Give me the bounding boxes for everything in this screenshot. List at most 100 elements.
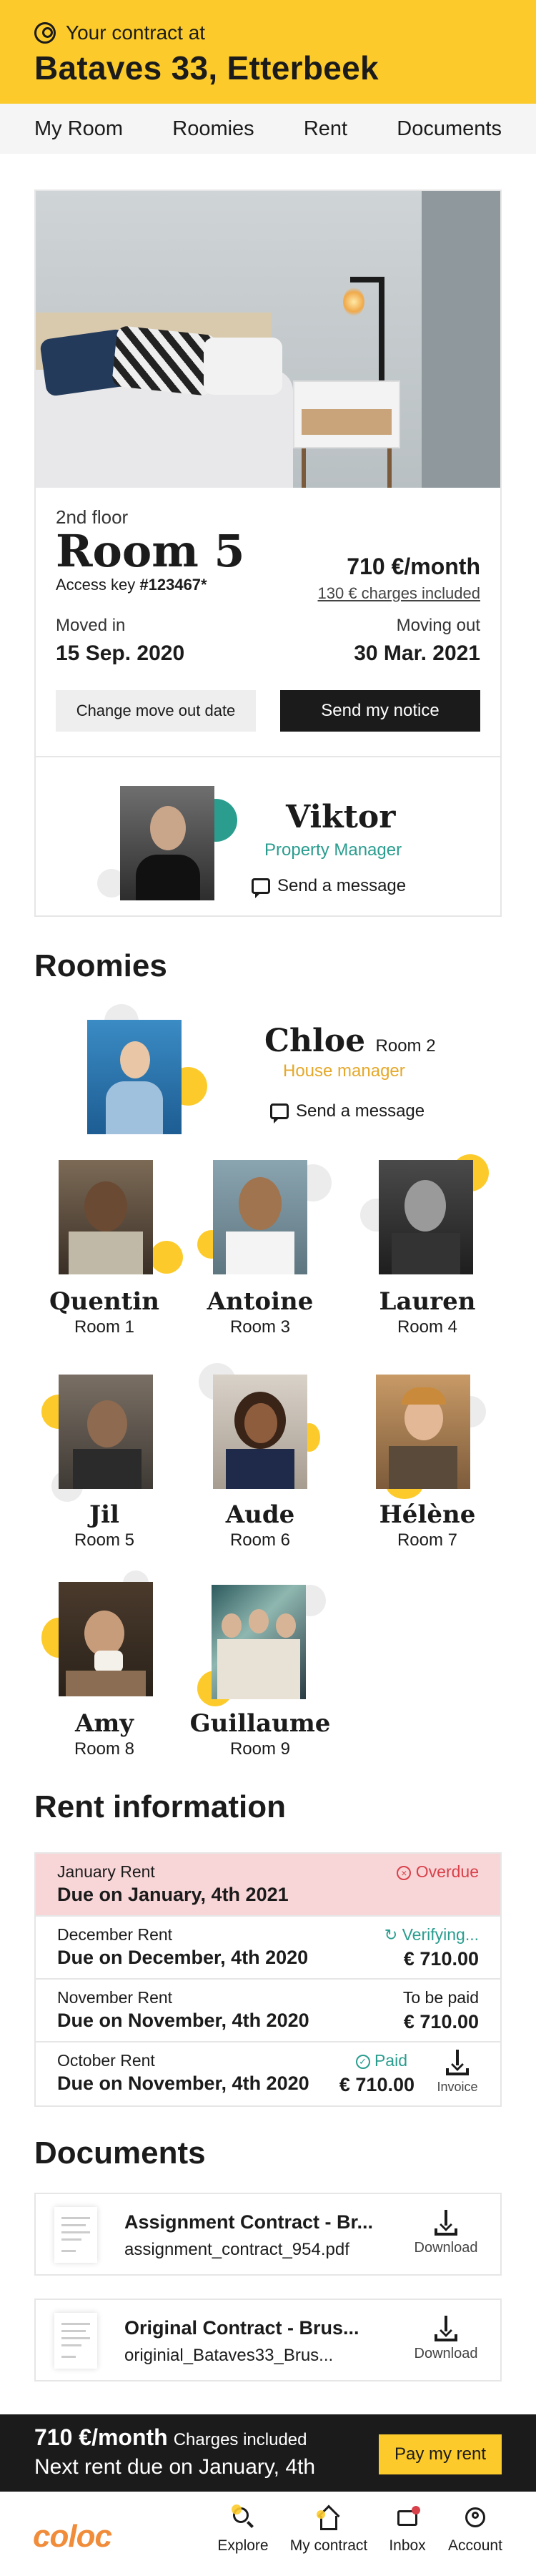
check-circle-icon: ✓	[355, 2054, 370, 2069]
document-filename: originial_Bataves33_Brus...	[124, 2346, 334, 2365]
chat-bubble-icon	[252, 878, 270, 898]
overdue-x-icon: ×	[397, 1865, 412, 1880]
house-manager-role: House manager	[283, 1061, 405, 1081]
roomie-room: Room 1	[74, 1317, 135, 1337]
manager-role: Property Manager	[264, 840, 402, 860]
pay-amount: 710 €/month	[34, 2424, 168, 2450]
download-button[interactable]: Download	[410, 2210, 482, 2256]
rent-title: Rent information	[34, 1789, 286, 1824]
document-title: Assignment Contract - Br...	[124, 2211, 374, 2233]
document-item[interactable]: Original Contract - Brus... originial_Ba…	[34, 2299, 502, 2381]
contract-header: Your contract at Bataves 33, Etterbeek	[0, 0, 536, 104]
nav-inbox-label: Inbox	[389, 2537, 426, 2554]
tab-rent[interactable]: Rent	[304, 117, 347, 141]
rent-due: Due on November, 4th 2020	[57, 2073, 309, 2094]
rent-row[interactable]: October Rent Due on November, 4th 2020 ✓…	[36, 2042, 500, 2105]
avatar	[87, 1020, 182, 1134]
rent-status: To be paid	[402, 1988, 479, 2007]
rent-amount: € 710.00	[339, 2074, 415, 2095]
roomie-room: Room 7	[397, 1530, 458, 1550]
roomie-photo	[59, 1582, 153, 1696]
pay-bar: 710 €/month Charges included Next rent du…	[0, 2414, 536, 2492]
pay-rent-button[interactable]: Pay my rent	[379, 2434, 502, 2474]
rent-row[interactable]: November Rent Due on November, 4th 2020 …	[36, 1980, 500, 2042]
rent-status: × Overdue	[397, 1862, 479, 1882]
rent-row[interactable]: December Rent Due on December, 4th 2020 …	[36, 1917, 500, 1980]
rent-list: January Rent Due on January, 4th 2021 × …	[34, 1852, 502, 2107]
download-button[interactable]: Download	[410, 2316, 482, 2362]
roomie-photo	[213, 1375, 307, 1489]
invoice-download-button[interactable]: Invoice	[430, 2050, 485, 2095]
document-thumbnail	[54, 2207, 97, 2263]
roomie-card[interactable]: Quentin Room 1	[33, 1287, 176, 1337]
roomie-photo	[376, 1375, 470, 1489]
charges-link[interactable]: 130 € charges included	[318, 584, 481, 603]
rent-status-label: Overdue	[415, 1862, 479, 1881]
moved-in-date: 15 Sep. 2020	[56, 641, 185, 665]
roomie-room: Room 3	[229, 1317, 291, 1337]
document-title: Original Contract - Brus...	[124, 2317, 359, 2339]
roomie-name: Amy	[74, 1709, 134, 1738]
roomie-card[interactable]: Lauren Room 4	[356, 1287, 499, 1337]
roomie-photo	[379, 1160, 473, 1274]
coloc-logo[interactable]: coloc	[33, 2519, 112, 2555]
roomie-photo	[59, 1375, 153, 1489]
nav-account-label: Account	[448, 2537, 502, 2554]
roomie-room: Room 9	[229, 1739, 291, 1759]
rent-status: ✓ Paid	[355, 2051, 407, 2070]
message-house-manager-label: Send a message	[296, 1101, 425, 1121]
tab-documents[interactable]: Documents	[397, 117, 502, 141]
decor-dot	[150, 1241, 183, 1274]
room-card: 2nd floor Room 5 Access key #123467* 710…	[34, 190, 502, 917]
nav-account[interactable]: Account	[443, 2506, 507, 2555]
invoice-label: Invoice	[437, 2080, 478, 2094]
moving-out-label: Moving out	[396, 616, 480, 635]
roomie-name: Hélène	[379, 1500, 476, 1529]
rent-row[interactable]: January Rent Due on January, 4th 2021 × …	[36, 1854, 500, 1917]
nav-my-contract[interactable]: My contract	[286, 2504, 372, 2555]
roomie-name: Antoine	[207, 1287, 314, 1316]
house-manager-name: Chloe	[264, 1023, 366, 1059]
roomie-name: Quentin	[49, 1287, 160, 1316]
roomie-card[interactable]: Jil Room 5	[33, 1500, 176, 1550]
avatar	[120, 786, 214, 900]
chat-bubble-icon	[270, 1103, 289, 1124]
change-move-out-button[interactable]: Change move out date	[56, 690, 256, 732]
roomie-name: Aude	[225, 1500, 295, 1529]
download-label: Download	[414, 2240, 478, 2256]
nav-explore[interactable]: Explore	[214, 2504, 272, 2555]
refresh-icon: ↻	[384, 1926, 398, 1944]
roomie-name: Guillaume	[189, 1709, 331, 1738]
message-manager-label: Send a message	[277, 876, 407, 895]
bottom-nav: coloc Explore My contract Inbox Account	[0, 2492, 536, 2576]
document-thumbnail	[54, 2313, 97, 2369]
house-manager-room: Room 2	[375, 1036, 436, 1056]
rent-status-label: Verifying...	[402, 1925, 479, 1944]
room-price: 710 €/month 130 € charges included	[318, 554, 481, 603]
message-manager-link[interactable]: Send a message	[252, 876, 407, 898]
message-house-manager-link[interactable]: Send a message	[270, 1101, 425, 1124]
contract-address: Bataves 33, Etterbeek	[34, 49, 379, 87]
roomie-card[interactable]: Amy Room 8	[33, 1709, 176, 1759]
section-tabs: My Room Roomies Rent Documents	[0, 104, 536, 154]
roomie-room: Room 5	[74, 1530, 135, 1550]
card-divider	[36, 756, 500, 757]
nav-inbox[interactable]: Inbox	[379, 2506, 436, 2555]
documents-title: Documents	[34, 2135, 206, 2171]
stay-dates: Moved in 15 Sep. 2020 Moving out 30 Mar.…	[56, 616, 480, 666]
roomie-card[interactable]: Aude Room 6	[189, 1500, 332, 1550]
send-notice-button[interactable]: Send my notice	[280, 690, 480, 732]
document-item[interactable]: Assignment Contract - Br... assignment_c…	[34, 2193, 502, 2276]
roomies-title: Roomies	[34, 948, 167, 983]
tab-roomies[interactable]: Roomies	[172, 117, 254, 141]
room-details: 2nd floor Room 5 Access key #123467* 710…	[36, 488, 500, 732]
download-icon	[433, 2316, 459, 2341]
roomie-card[interactable]: Antoine Room 3	[189, 1287, 332, 1337]
roomie-room: Room 4	[397, 1317, 458, 1337]
roomie-card[interactable]: Hélène Room 7	[356, 1500, 499, 1550]
tab-my-room[interactable]: My Room	[34, 117, 123, 141]
roomie-card[interactable]: Guillaume Room 9	[189, 1709, 332, 1759]
nav-explore-label: Explore	[217, 2537, 269, 2554]
roomie-name: Jil	[89, 1500, 119, 1529]
roomie-name: Lauren	[379, 1287, 476, 1316]
